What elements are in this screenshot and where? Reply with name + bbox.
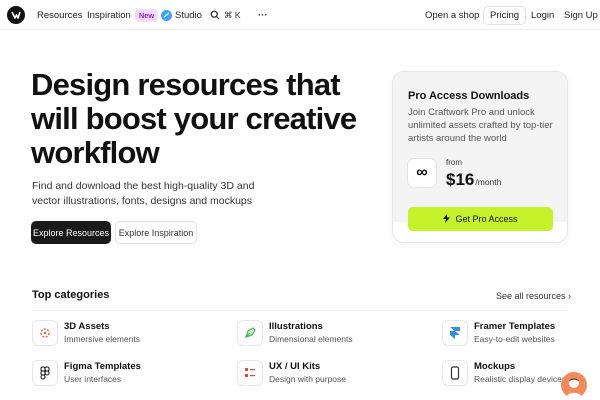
- category-ux-ui-kits[interactable]: UX / UI Kits Design with purpose: [237, 360, 417, 386]
- nav-inspiration[interactable]: Inspiration New: [87, 0, 159, 30]
- nav-more-button[interactable]: ···: [258, 0, 268, 30]
- price-value: $16: [446, 170, 475, 189]
- category-title: 3D Assets: [64, 321, 110, 332]
- new-badge: New: [134, 8, 159, 22]
- studio-icon: [161, 9, 172, 21]
- infinity-icon: ∞: [407, 158, 437, 188]
- category-subtitle: Dimensional elements: [269, 334, 353, 344]
- category-mockups[interactable]: Mockups Realistic display devices: [442, 360, 566, 386]
- price-period: /month: [475, 177, 502, 187]
- bolt-icon: [443, 213, 451, 225]
- category-title: UX / UI Kits: [269, 361, 321, 372]
- top-categories-heading: Top categories: [32, 289, 110, 301]
- category-framer-templates[interactable]: Framer Templates Easy-to-edit websites: [442, 320, 592, 346]
- category-subtitle: User interfaces: [64, 374, 122, 384]
- logo-icon[interactable]: [7, 6, 25, 24]
- nav-search[interactable]: ⌘ K: [210, 0, 241, 30]
- figma-icon: [32, 360, 58, 386]
- support-avatar[interactable]: [561, 372, 587, 398]
- pro-card-description: Join Craftwork Pro and unlock unlimited …: [408, 107, 553, 144]
- login-link[interactable]: Login: [531, 0, 554, 30]
- ui-kits-icon: [237, 360, 263, 386]
- category-title: Illustrations: [269, 321, 323, 332]
- explore-resources-button[interactable]: Explore Resources: [31, 221, 111, 244]
- price: $16 /month: [446, 170, 501, 190]
- nav-resources-label: Resources: [37, 9, 83, 21]
- signup-label: Sign Up: [564, 9, 598, 21]
- explore-inspiration-button[interactable]: Explore Inspiration: [115, 221, 197, 244]
- open-shop-link[interactable]: Open a shop: [425, 0, 479, 30]
- nav-resources[interactable]: Resources: [37, 0, 82, 30]
- divider: [32, 310, 568, 311]
- 3d-assets-icon: [32, 320, 58, 346]
- hero-subtitle: Find and download the best high-quality …: [32, 180, 255, 207]
- signup-link[interactable]: Sign Up: [564, 0, 598, 30]
- login-label: Login: [531, 9, 555, 21]
- top-nav: Resources Inspiration New Studio ⌘ K ···…: [0, 0, 600, 30]
- category-title: Mockups: [474, 361, 516, 372]
- search-icon: [210, 10, 220, 20]
- illustrations-icon: [237, 320, 263, 346]
- search-shortcut: ⌘ K: [224, 9, 241, 20]
- framer-icon: [442, 320, 468, 346]
- category-title: Figma Templates: [64, 361, 141, 372]
- category-subtitle: Realistic display devices: [474, 374, 567, 384]
- category-title: Framer Templates: [474, 321, 556, 332]
- pro-card-title: Pro Access Downloads: [408, 90, 530, 102]
- category-figma-templates[interactable]: Figma Templates User interfaces: [32, 360, 212, 386]
- nav-inspiration-label: Inspiration: [87, 9, 131, 21]
- category-3d-assets[interactable]: 3D Assets Immersive elements: [32, 320, 212, 346]
- get-pro-access-label: Get Pro Access: [455, 214, 518, 224]
- category-subtitle: Immersive elements: [64, 334, 141, 344]
- see-all-resources-link[interactable]: See all resources ›: [496, 291, 571, 301]
- pricing-button[interactable]: Pricing: [483, 0, 527, 30]
- nav-studio-label: Studio: [175, 9, 202, 21]
- more-icon: ···: [258, 9, 268, 21]
- nav-studio[interactable]: Studio: [161, 0, 202, 30]
- price-from-label: from: [446, 158, 462, 167]
- category-illustrations[interactable]: Illustrations Dimensional elements: [237, 320, 417, 346]
- category-subtitle: Design with purpose: [269, 374, 347, 384]
- mockups-icon: [442, 360, 468, 386]
- pricing-label: Pricing: [483, 5, 527, 25]
- get-pro-access-button[interactable]: Get Pro Access: [408, 207, 553, 231]
- pro-access-card: Pro Access Downloads Join Craftwork Pro …: [392, 71, 568, 243]
- category-subtitle: Easy-to-edit websites: [474, 334, 555, 344]
- hero-title: Design resources that will boost your cr…: [31, 67, 357, 170]
- open-shop-label: Open a shop: [425, 9, 480, 21]
